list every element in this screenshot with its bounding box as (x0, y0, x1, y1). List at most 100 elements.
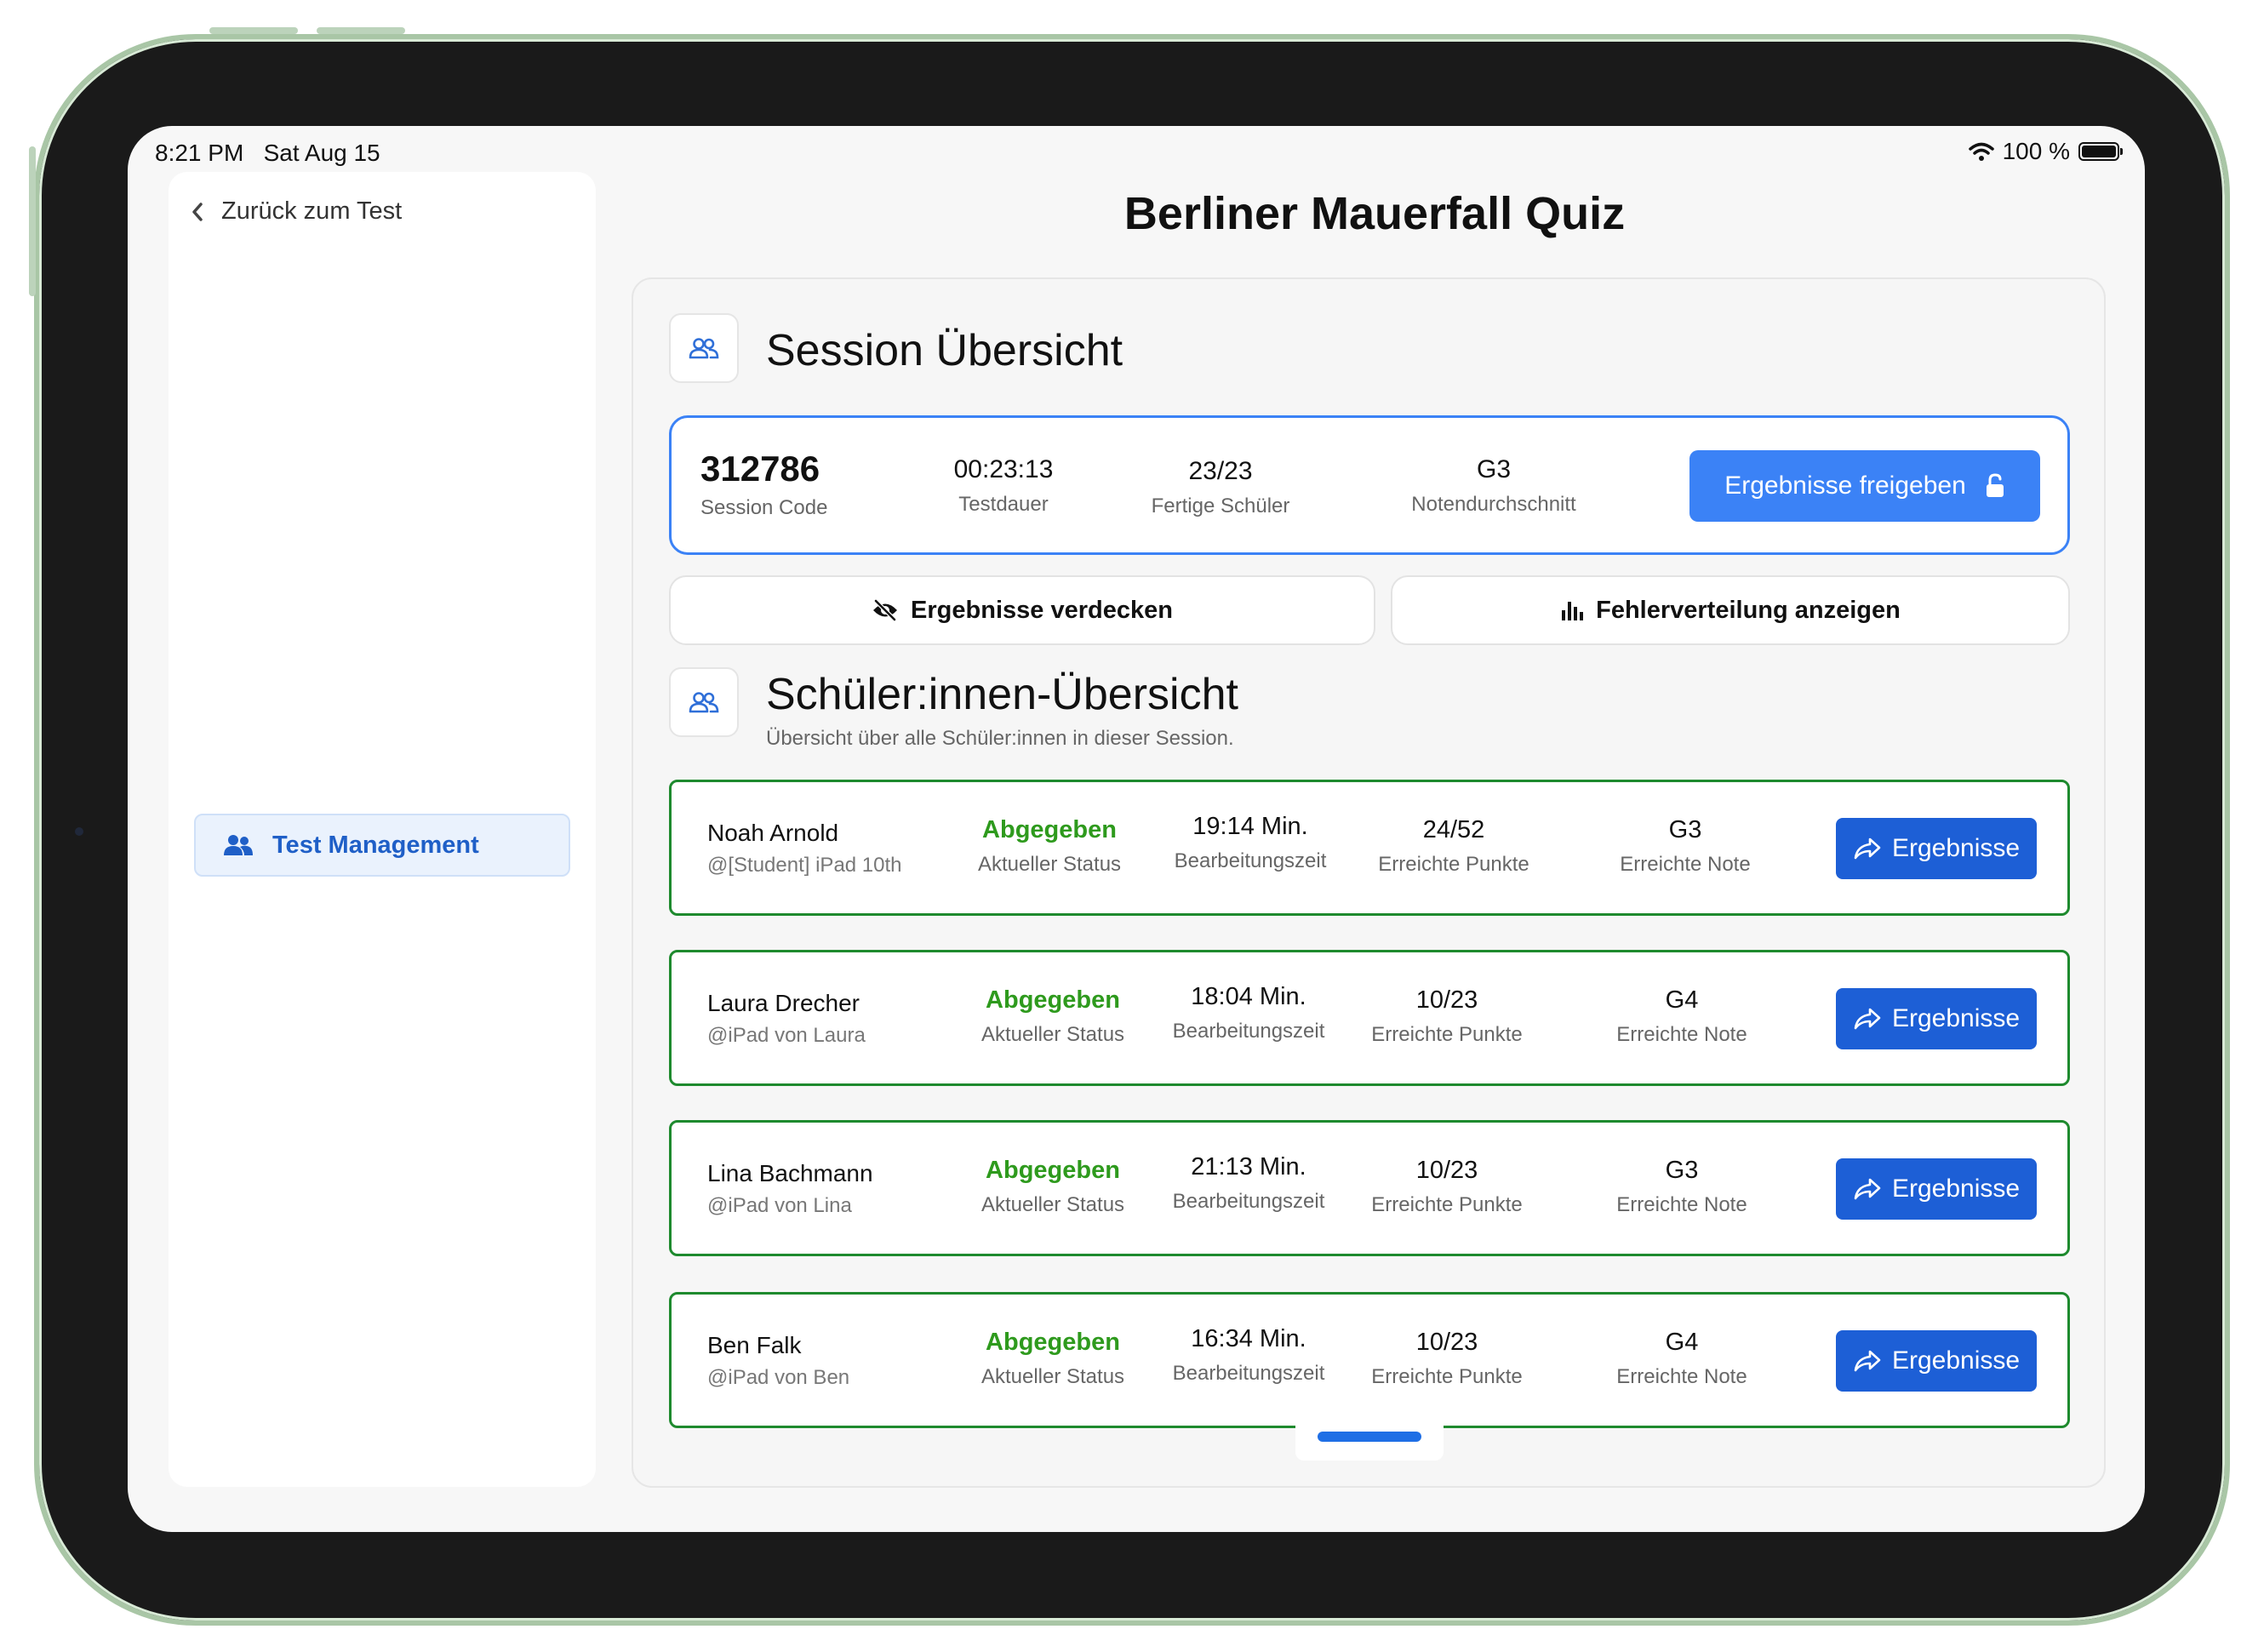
student-points: 10/23 Erreichte Punkte (1358, 1329, 1536, 1389)
student-results-button[interactable]: Ergebnisse (1836, 818, 2037, 879)
volume-button-bottom (317, 27, 405, 34)
grade-label: Erreichte Note (1616, 1365, 1747, 1388)
unlock-icon (1986, 473, 2004, 497)
student-time: 19:14 Min. Bearbeitungszeit (1157, 813, 1344, 873)
student-points: 10/23 Erreichte Punkte (1358, 986, 1536, 1047)
time-value: 16:34 Min. (1191, 1325, 1306, 1352)
status-label: Aktueller Status (980, 1023, 1125, 1046)
table-row: Ben Falk @iPad von Ben Abgegeben Aktuell… (669, 1292, 2070, 1428)
status-date: Sat Aug 15 (263, 140, 380, 166)
users-outline-icon (689, 692, 719, 713)
grade-value: G4 (1665, 1329, 1699, 1356)
session-code-value: 312786 (700, 449, 820, 489)
status-label: Aktueller Status (977, 853, 1122, 876)
student-grade: G3 Erreichte Note (1596, 816, 1775, 877)
share-arrow-icon (1854, 837, 1881, 860)
finished-stat: 23/23 Fertige Schüler (1131, 457, 1310, 518)
page-title: Berliner Mauerfall Quiz (1123, 188, 1626, 239)
status-value: Abgegeben (986, 1157, 1120, 1184)
hide-results-button[interactable]: Ergebnisse verdecken (669, 575, 1375, 645)
back-to-test-link[interactable]: Zurück zum Test (191, 197, 402, 226)
points-label: Erreichte Punkte (1371, 1365, 1523, 1388)
student-status: Abgegeben Aktueller Status (968, 986, 1138, 1047)
release-results-button[interactable]: Ergebnisse freigeben (1689, 450, 2040, 522)
duration-label: Testdauer (958, 493, 1049, 516)
results-label: Ergebnisse (1891, 1175, 2021, 1203)
student-grade: G4 Erreichte Note (1592, 1329, 1771, 1389)
student-time: 21:13 Min. Bearbeitungszeit (1155, 1153, 1342, 1214)
users-icon (224, 835, 253, 855)
student-name: Lina Bachmann (707, 1160, 873, 1186)
points-label: Erreichte Punkte (1371, 1023, 1523, 1046)
student-status: Abgegeben Aktueller Status (968, 1157, 1138, 1217)
finished-label: Fertige Schüler (1151, 494, 1290, 517)
student-time: 18:04 Min. Bearbeitungszeit (1155, 983, 1342, 1043)
volume-button-top (209, 27, 298, 34)
student-name: Ben Falk (707, 1332, 802, 1358)
student-points: 10/23 Erreichte Punkte (1358, 1157, 1536, 1217)
status-right: 100 % (1968, 138, 2123, 165)
duration-value: 00:23:13 (953, 455, 1054, 483)
table-row: Laura Drecher @iPad von Laura Abgegeben … (669, 950, 2070, 1086)
table-row: Noah Arnold @[Student] iPad 10th Abgegeb… (669, 780, 2070, 916)
students-section-subtitle: Übersicht über alle Schüler:innen in die… (766, 727, 1234, 750)
points-value: 10/23 (1415, 1329, 1478, 1356)
student-device: @[Student] iPad 10th (707, 854, 902, 877)
status-value: Abgegeben (982, 816, 1117, 843)
session-code-label: Session Code (700, 496, 828, 519)
student-points: 24/52 Erreichte Punkte (1364, 816, 1543, 877)
status-clock: 8:21 PM (155, 140, 244, 166)
share-arrow-icon (1854, 1008, 1881, 1030)
points-label: Erreichte Punkte (1371, 1193, 1523, 1216)
power-button (29, 146, 36, 296)
battery-percent: 100 % (2002, 138, 2070, 164)
time-value: 18:04 Min. (1191, 983, 1306, 1010)
student-device: @iPad von Laura (707, 1024, 866, 1047)
grade-avg-value: G3 (1476, 455, 1512, 483)
grade-avg-stat: G3 Notendurchschnitt (1383, 455, 1604, 517)
session-section-title: Session Übersicht (766, 326, 1123, 375)
status-value: Abgegeben (986, 1329, 1120, 1356)
sidebar-item-label: Test Management (272, 831, 479, 859)
session-summary-card: 312786 Session Code 00:23:13 Testdauer 2… (669, 415, 2070, 555)
grade-value: G3 (1668, 816, 1702, 843)
table-row: Lina Bachmann @iPad von Lina Abgegeben A… (669, 1120, 2070, 1256)
student-status: Abgegeben Aktueller Status (968, 1329, 1138, 1389)
grade-label: Erreichte Note (1620, 853, 1751, 876)
users-outline-icon (689, 338, 719, 359)
results-label: Ergebnisse (1891, 834, 2021, 862)
hide-results-label: Ergebnisse verdecken (911, 596, 1173, 624)
status-time: 8:21 PM Sat Aug 15 (155, 140, 380, 167)
grade-avg-label: Notendurchschnitt (1411, 493, 1576, 516)
show-error-distribution-button[interactable]: Fehlerverteilung anzeigen (1391, 575, 2070, 645)
time-value: 21:13 Min. (1191, 1153, 1306, 1180)
student-time: 16:34 Min. Bearbeitungszeit (1155, 1325, 1342, 1386)
time-label: Bearbeitungszeit (1172, 1190, 1325, 1213)
grade-value: G3 (1665, 1157, 1699, 1184)
students-section-icon-box (669, 667, 739, 737)
session-code-stat: 312786 Session Code (700, 449, 827, 520)
grade-label: Erreichte Note (1616, 1023, 1747, 1046)
grade-label: Erreichte Note (1616, 1193, 1747, 1216)
sidebar-item-test-management[interactable]: Test Management (194, 814, 570, 877)
status-label: Aktueller Status (980, 1365, 1125, 1388)
student-results-button[interactable]: Ergebnisse (1836, 1330, 2037, 1392)
back-link-label: Zurück zum Test (221, 197, 403, 225)
results-label: Ergebnisse (1891, 1346, 2021, 1375)
time-label: Bearbeitungszeit (1172, 1020, 1325, 1043)
student-results-button[interactable]: Ergebnisse (1836, 988, 2037, 1049)
sidebar: Zurück zum Test Test Management (169, 172, 596, 1487)
status-label: Aktueller Status (980, 1193, 1125, 1216)
results-label: Ergebnisse (1891, 1004, 2021, 1032)
wifi-icon (1968, 142, 1994, 161)
time-label: Bearbeitungszeit (1174, 849, 1327, 872)
time-label: Bearbeitungszeit (1172, 1362, 1325, 1385)
student-grade: G4 Erreichte Note (1592, 986, 1771, 1047)
student-results-button[interactable]: Ergebnisse (1836, 1158, 2037, 1220)
points-value: 24/52 (1422, 816, 1485, 843)
grade-value: G4 (1665, 986, 1699, 1014)
chevron-left-icon (192, 202, 203, 221)
eye-off-icon (873, 599, 898, 621)
time-value: 19:14 Min. (1192, 813, 1308, 840)
home-indicator[interactable] (1318, 1432, 1421, 1442)
